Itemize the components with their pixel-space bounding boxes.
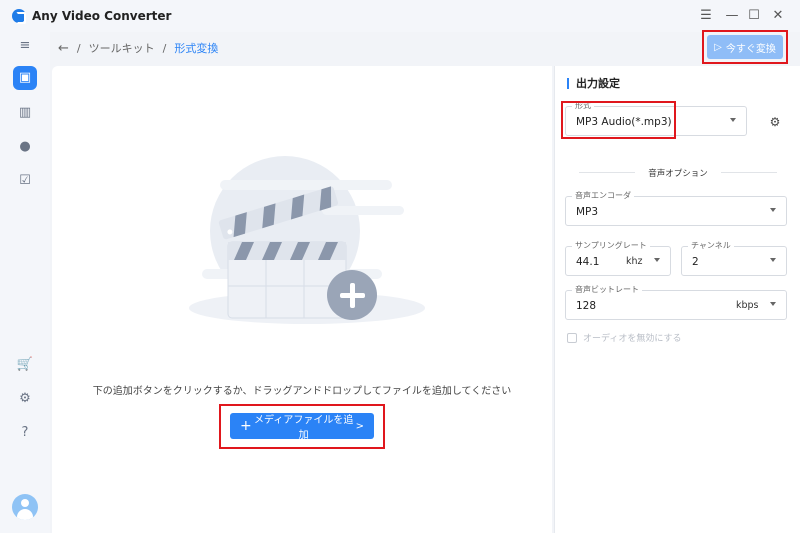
sidebar-cart-icon[interactable]: 🛒 (13, 353, 37, 377)
channel-value: 2 (692, 256, 699, 268)
highlight-box-add-media (219, 404, 385, 449)
sidebar-history-icon[interactable]: ● (13, 135, 37, 159)
disable-audio-checkbox[interactable] (567, 332, 577, 343)
chevron-down-icon (770, 302, 776, 306)
maximize-icon[interactable]: ☐ (744, 6, 764, 26)
audio-encoder-value: MP3 (576, 206, 599, 218)
sidebar-settings-icon[interactable]: ⚙ (13, 387, 37, 411)
menu-icon[interactable]: ☰ (696, 6, 716, 26)
sidebar: ≡ ▣ ▥ ● ☑ 🛒 ⚙ ? (0, 32, 50, 533)
channel-select[interactable]: チャンネル 2 (681, 240, 787, 276)
audio-bitrate-unit: kbps (736, 300, 759, 311)
breadcrumb-item-toolkit[interactable]: ツールキット (89, 40, 155, 56)
drop-instructions: 下の追加ボタンをクリックするか、ドラッグアンドドロップしてファイルを追加してくだ… (92, 386, 512, 397)
disable-audio-label: オーディオを無効にする (583, 334, 682, 344)
sidebar-map-icon[interactable]: ▥ (13, 101, 37, 125)
back-arrow-icon[interactable]: ← (58, 41, 69, 56)
audio-bitrate-label: 音声ビットレート (572, 284, 642, 296)
sample-rate-label: サンプリングレート (572, 240, 650, 252)
format-settings-icon[interactable]: ⚙ (767, 114, 783, 130)
app-title: Any Video Converter (32, 9, 172, 23)
audio-bitrate-select[interactable]: 音声ビットレート 128 kbps (565, 284, 787, 320)
highlight-box-format (561, 101, 676, 139)
sidebar-tasks-icon[interactable]: ☑ (13, 169, 37, 193)
chevron-down-icon (730, 118, 736, 122)
channel-label: チャンネル (688, 240, 734, 252)
breadcrumb: ← / ツールキット / 形式変換 (58, 40, 218, 56)
app-logo-icon (12, 9, 26, 24)
sidebar-help-icon[interactable]: ? (13, 421, 37, 445)
drop-zone[interactable]: 下の追加ボタンをクリックするか、ドラッグアンドドロップしてファイルを追加してくだ… (52, 66, 552, 533)
audio-bitrate-value: 128 (576, 300, 597, 312)
audio-encoder-label: 音声エンコーダ (572, 190, 634, 202)
breadcrumb-item-current: 形式変換 (174, 42, 219, 55)
highlight-box-convert (702, 30, 788, 64)
sample-rate-select[interactable]: サンプリングレート 44.1 khz (565, 240, 671, 276)
minimize-icon[interactable]: — (722, 6, 742, 26)
chevron-down-icon (654, 258, 660, 262)
close-icon[interactable]: ✕ (768, 6, 788, 26)
chevron-down-icon (770, 258, 776, 262)
sidebar-collapse-icon[interactable]: ≡ (13, 34, 37, 58)
clapperboard-illustration (189, 156, 425, 324)
title-bar: Any Video Converter ☰ — ☐ ✕ (0, 0, 800, 32)
sidebar-toolkit-icon[interactable]: ▣ (13, 66, 37, 90)
chevron-down-icon (770, 208, 776, 212)
audio-options-title: 音声オプション (567, 167, 789, 179)
output-settings-title: 出力設定 (567, 78, 620, 89)
avatar[interactable] (12, 494, 38, 520)
audio-encoder-select[interactable]: 音声エンコーダ MP3 (565, 190, 787, 226)
sample-rate-unit: khz (626, 256, 643, 267)
breadcrumb-separator: / (162, 41, 167, 55)
breadcrumb-separator: / (76, 41, 81, 55)
disable-audio-option[interactable]: オーディオを無効にする (567, 331, 681, 344)
sample-rate-value: 44.1 (576, 256, 600, 268)
